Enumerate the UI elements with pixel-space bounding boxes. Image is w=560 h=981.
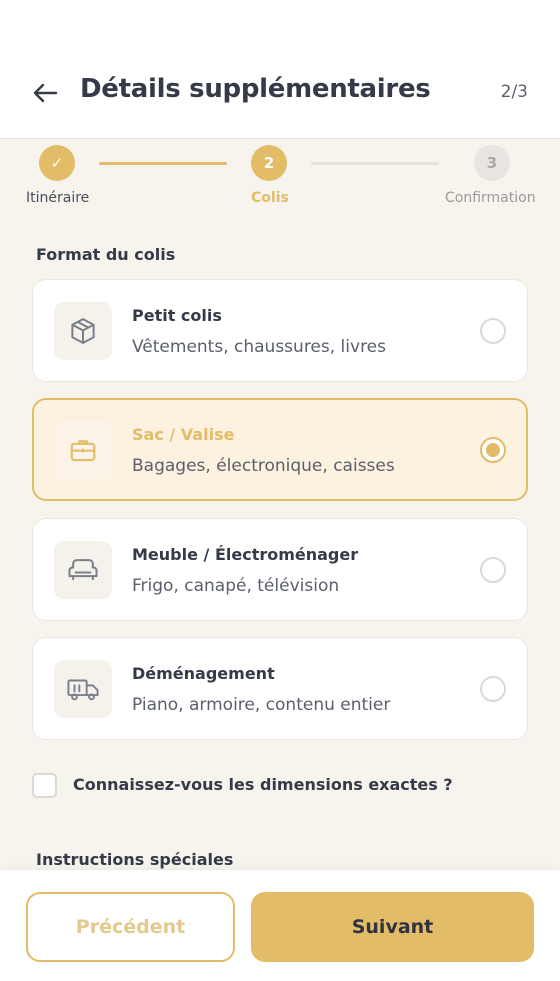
option-subtitle: Bagages, électronique, caisses bbox=[132, 456, 395, 476]
stepper-line-pending bbox=[311, 162, 439, 165]
step-3-label: Confirmation bbox=[445, 190, 536, 206]
option-subtitle: Frigo, canapé, télévision bbox=[132, 576, 340, 596]
step-3-indicator: 3 bbox=[474, 145, 510, 181]
option-icon-container bbox=[54, 421, 112, 479]
option-radio[interactable] bbox=[480, 676, 506, 702]
option-card-petit-colis[interactable]: Petit colis Vêtements, chaussures, livre… bbox=[32, 279, 528, 382]
truck-icon bbox=[67, 679, 99, 701]
option-subtitle: Vêtements, chaussures, livres bbox=[132, 337, 386, 357]
option-icon-container bbox=[54, 541, 112, 599]
footer-bar: Précédent Suivant bbox=[0, 870, 560, 981]
option-icon-container bbox=[54, 302, 112, 360]
radio-dot bbox=[486, 443, 500, 457]
option-card-meuble[interactable]: Meuble / Électroménager Frigo, canapé, t… bbox=[32, 518, 528, 621]
option-title: Petit colis bbox=[132, 306, 222, 325]
step-2-indicator: 2 bbox=[251, 145, 287, 181]
step-1-checkmark-icon: ✓ bbox=[39, 145, 75, 181]
step-2-label: Colis bbox=[251, 190, 289, 206]
step-1-label: Itinéraire bbox=[26, 190, 90, 206]
special-instructions-title: Instructions spéciales bbox=[36, 850, 234, 869]
option-radio[interactable] bbox=[480, 557, 506, 583]
stepper-line-completed bbox=[99, 162, 227, 165]
briefcase-icon bbox=[70, 440, 96, 462]
option-title: Sac / Valise bbox=[132, 425, 235, 444]
box-icon bbox=[71, 318, 95, 344]
page-title: Détails supplémentaires bbox=[80, 74, 431, 104]
option-card-demenagement[interactable]: Déménagement Piano, armoire, contenu ent… bbox=[32, 637, 528, 740]
arrow-left-icon bbox=[33, 83, 58, 103]
back-button[interactable] bbox=[30, 78, 60, 108]
option-card-sac-valise[interactable]: Sac / Valise Bagages, électronique, cais… bbox=[32, 398, 528, 501]
option-subtitle: Piano, armoire, contenu entier bbox=[132, 695, 391, 715]
next-button[interactable]: Suivant bbox=[251, 892, 534, 962]
option-title: Meuble / Électroménager bbox=[132, 545, 359, 564]
armchair-icon bbox=[68, 559, 98, 581]
app-header: Détails supplémentaires 2/3 bbox=[0, 0, 560, 139]
progress-stepper: ✓ 2 3 Itinéraire Colis Confirmation bbox=[0, 140, 560, 220]
dimensions-checkbox[interactable] bbox=[32, 773, 57, 798]
format-section-title: Format du colis bbox=[36, 245, 176, 264]
previous-button[interactable]: Précédent bbox=[26, 892, 235, 962]
option-radio-selected[interactable] bbox=[480, 437, 506, 463]
option-title: Déménagement bbox=[132, 664, 275, 683]
step-counter: 2/3 bbox=[500, 82, 528, 102]
dimensions-checkbox-label[interactable]: Connaissez-vous les dimensions exactes ? bbox=[73, 775, 453, 794]
option-radio[interactable] bbox=[480, 318, 506, 344]
option-icon-container bbox=[54, 660, 112, 718]
